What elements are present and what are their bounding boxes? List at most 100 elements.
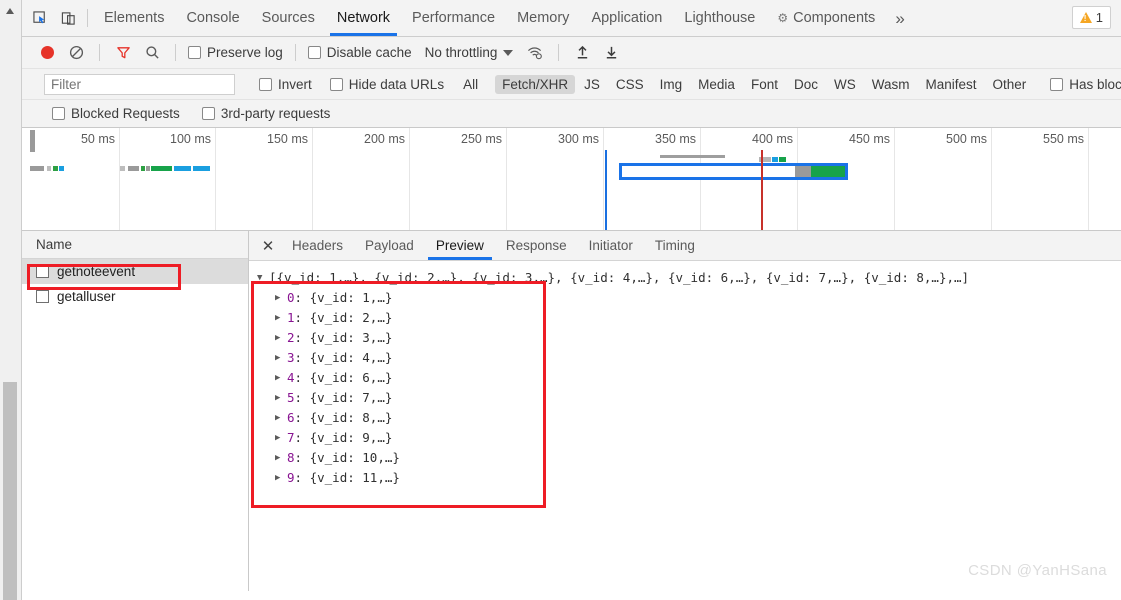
tab-preview[interactable]: Preview	[425, 231, 495, 260]
filter-input[interactable]	[44, 73, 235, 95]
expand-triangle-icon[interactable]: ▶	[275, 308, 287, 328]
network-controls-row: Preserve log Disable cache No throttling	[22, 37, 1121, 69]
clear-button[interactable]	[63, 40, 89, 66]
collapse-triangle-icon[interactable]: ▼	[257, 268, 269, 288]
entry-index: 4	[287, 370, 295, 385]
overview-left-handle[interactable]	[30, 130, 35, 152]
entry-index: 1	[287, 310, 295, 325]
checkbox-box	[307, 46, 321, 59]
filter-type-img[interactable]: Img	[653, 75, 690, 94]
has-blocked-checkbox[interactable]: Has blocked	[1048, 77, 1121, 92]
blocked-requests-checkbox[interactable]: Blocked Requests	[50, 106, 182, 121]
expand-triangle-icon[interactable]: ▶	[275, 328, 287, 348]
request-row-getnoteevent[interactable]: getnoteevent	[22, 259, 248, 284]
tab-application[interactable]: Application	[580, 0, 673, 36]
filter-button[interactable]	[110, 40, 136, 66]
scrollbar-thumb[interactable]	[3, 382, 17, 600]
tab-lighthouse[interactable]: Lighthouse	[673, 0, 766, 36]
filter-type-font[interactable]: Font	[744, 75, 785, 94]
inspect-element-icon[interactable]	[26, 4, 54, 32]
expand-triangle-icon[interactable]: ▶	[275, 288, 287, 308]
tab-initiator[interactable]: Initiator	[578, 231, 644, 260]
tab-console[interactable]: Console	[175, 0, 250, 36]
preview-entry-row[interactable]: ▶ 9: {v_id: 11,…}	[257, 468, 1121, 488]
hide-data-urls-checkbox[interactable]: Hide data URLs	[328, 77, 446, 92]
filter-type-ws[interactable]: WS	[827, 75, 863, 94]
tab-memory[interactable]: Memory	[506, 0, 580, 36]
third-party-requests-checkbox[interactable]: 3rd-party requests	[200, 106, 333, 121]
preview-json-viewer: ▼ [{v_id: 1,…}, {v_id: 2,…}, {v_id: 3,…}…	[249, 261, 1121, 508]
expand-triangle-icon[interactable]: ▶	[275, 348, 287, 368]
filter-type-js[interactable]: JS	[577, 75, 607, 94]
preview-entry-row[interactable]: ▶ 7: {v_id: 9,…}	[257, 428, 1121, 448]
entry-value: {v_id: 4,…}	[309, 350, 393, 365]
overview-tick-label: 300 ms	[558, 132, 599, 146]
tab-elements[interactable]: Elements	[93, 0, 175, 36]
disable-cache-checkbox[interactable]: Disable cache	[306, 45, 414, 60]
tab-timing[interactable]: Timing	[644, 231, 706, 260]
request-detail-pane: ✕ Headers Payload Preview Response Initi…	[249, 231, 1121, 591]
preview-entry-row[interactable]: ▶ 5: {v_id: 7,…}	[257, 388, 1121, 408]
throttling-dropdown[interactable]: No throttling	[425, 45, 514, 60]
filter-type-fetch-xhr[interactable]: Fetch/XHR	[495, 74, 576, 94]
preview-entry-row[interactable]: ▶ 6: {v_id: 8,…}	[257, 408, 1121, 428]
preview-entry-row[interactable]: ▶ 8: {v_id: 10,…}	[257, 448, 1121, 468]
close-icon[interactable]: ✕	[255, 233, 281, 259]
preview-entry-row[interactable]: ▶ 0: {v_id: 1,…}	[257, 288, 1121, 308]
more-tabs-icon[interactable]: »	[886, 10, 913, 27]
tab-label: Application	[591, 10, 663, 26]
document-icon	[36, 290, 49, 303]
dom-content-loaded-line	[605, 150, 607, 230]
filter-type-manifest[interactable]: Manifest	[918, 75, 983, 94]
expand-triangle-icon[interactable]: ▶	[275, 448, 287, 468]
preview-entry-row[interactable]: ▶ 2: {v_id: 3,…}	[257, 328, 1121, 348]
page-scrollbar[interactable]	[0, 0, 21, 600]
expand-triangle-icon[interactable]: ▶	[275, 368, 287, 388]
filter-type-wasm[interactable]: Wasm	[865, 75, 917, 94]
network-conditions-button[interactable]	[522, 40, 548, 66]
preview-root-row[interactable]: ▼ [{v_id: 1,…}, {v_id: 2,…}, {v_id: 3,…}…	[257, 268, 1121, 288]
warning-badge[interactable]: 1	[1071, 6, 1111, 29]
preview-entry-row[interactable]: ▶ 3: {v_id: 4,…}	[257, 348, 1121, 368]
scroll-up-arrow-icon[interactable]	[4, 4, 17, 17]
entry-value: {v_id: 7,…}	[309, 390, 393, 405]
expand-triangle-icon[interactable]: ▶	[275, 408, 287, 428]
preview-entry-row[interactable]: ▶ 1: {v_id: 2,…}	[257, 308, 1121, 328]
search-button[interactable]	[139, 40, 165, 66]
entry-value: {v_id: 8,…}	[309, 410, 393, 425]
expand-triangle-icon[interactable]: ▶	[275, 468, 287, 488]
tab-network[interactable]: Network	[326, 0, 401, 36]
tab-sources[interactable]: Sources	[251, 0, 326, 36]
entry-value: {v_id: 1,…}	[309, 290, 393, 305]
network-overview-timeline[interactable]: 50 ms 100 ms 150 ms 200 ms 250 ms 300 ms…	[22, 128, 1121, 231]
expand-triangle-icon[interactable]: ▶	[275, 428, 287, 448]
record-button[interactable]	[34, 40, 60, 66]
invert-checkbox[interactable]: Invert	[257, 77, 314, 92]
preserve-log-checkbox[interactable]: Preserve log	[186, 45, 285, 60]
filter-type-other[interactable]: Other	[986, 75, 1034, 94]
import-har-button[interactable]	[569, 40, 595, 66]
filter-type-doc[interactable]: Doc	[787, 75, 825, 94]
overview-selection-box[interactable]	[619, 163, 848, 180]
filter-type-all[interactable]: All	[456, 75, 485, 94]
hide-data-urls-label: Hide data URLs	[348, 76, 445, 92]
entry-value: {v_id: 2,…}	[309, 310, 393, 325]
tab-payload[interactable]: Payload	[354, 231, 425, 260]
expand-triangle-icon[interactable]: ▶	[275, 388, 287, 408]
filter-type-media[interactable]: Media	[691, 75, 742, 94]
device-toolbar-icon[interactable]	[54, 4, 82, 32]
tab-performance[interactable]: Performance	[401, 0, 506, 36]
tab-headers[interactable]: Headers	[281, 231, 354, 260]
preview-entry-row[interactable]: ▶ 4: {v_id: 6,…}	[257, 368, 1121, 388]
load-event-line	[761, 150, 763, 230]
requests-list-pane: Name getnoteevent getalluser	[22, 231, 249, 591]
request-row-getalluser[interactable]: getalluser	[22, 284, 248, 309]
filter-type-css[interactable]: CSS	[609, 75, 651, 94]
requests-column-header[interactable]: Name	[22, 231, 248, 259]
detail-tabstrip: ✕ Headers Payload Preview Response Initi…	[249, 231, 1121, 261]
tab-components[interactable]: ⚙ Components	[766, 0, 886, 36]
tab-response[interactable]: Response	[495, 231, 578, 260]
checkbox-box	[1050, 77, 1064, 91]
entry-index: 2	[287, 330, 295, 345]
export-har-button[interactable]	[598, 40, 624, 66]
